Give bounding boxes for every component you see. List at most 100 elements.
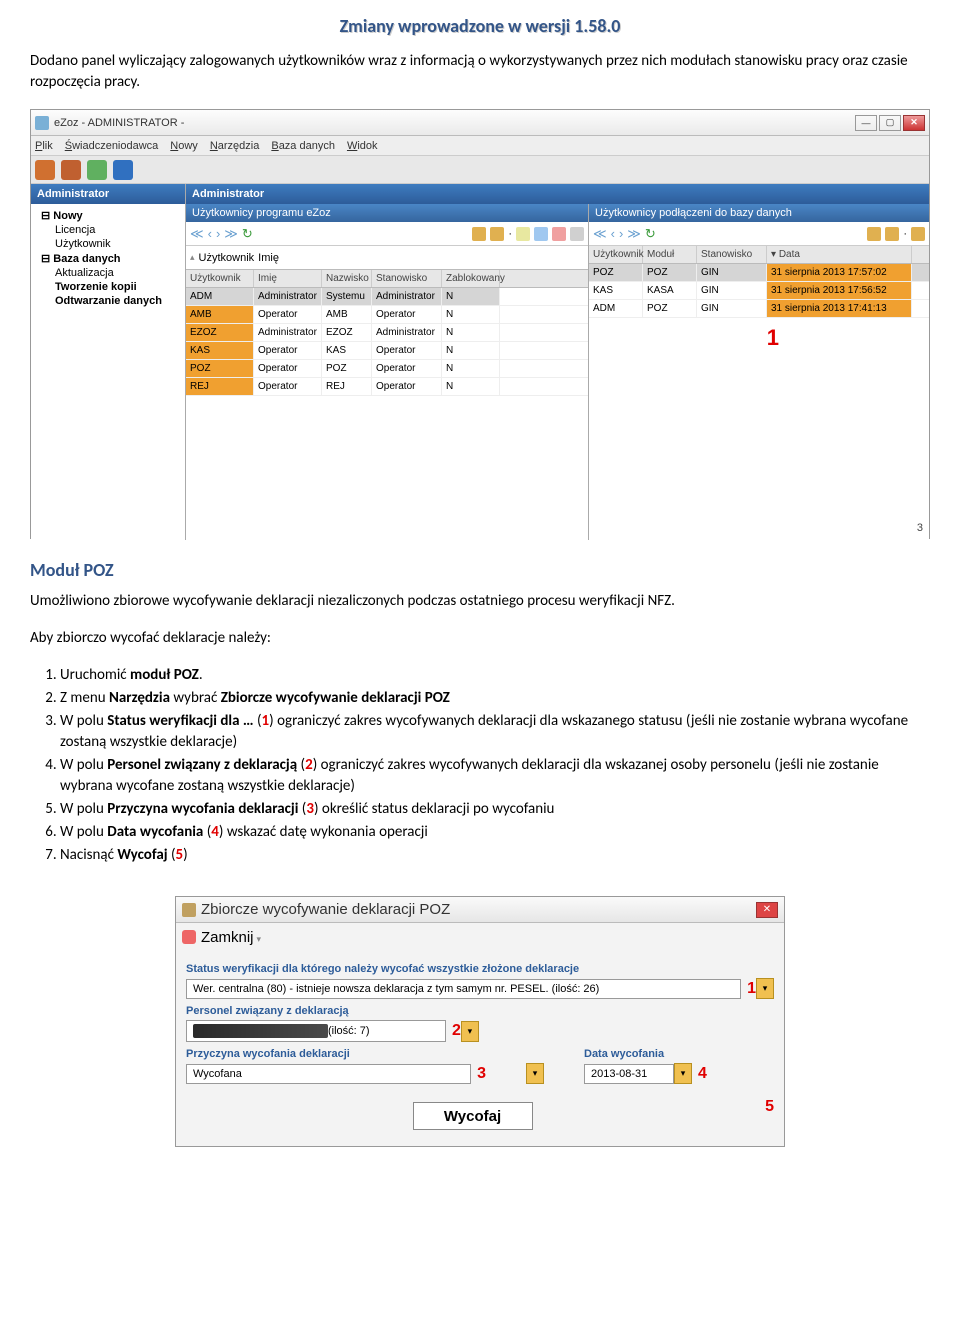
grid-icon[interactable]	[472, 227, 486, 241]
col-header[interactable]: Moduł	[643, 246, 697, 263]
status-input[interactable]: Wer. centralna (80) - istnieje nowsza de…	[186, 979, 741, 999]
paragraph-poz-2: Aby zbiorczo wycofać deklaracje należy:	[30, 628, 930, 649]
screenshot-wycofywanie-dialog: Zbiorcze wycofywanie deklaracji POZ ✕ Za…	[175, 896, 785, 1147]
tree-node[interactable]: Nowy	[41, 208, 179, 223]
dropdown-icon[interactable]: ▾	[756, 978, 774, 999]
annotation-1: 1	[747, 980, 756, 998]
table-row[interactable]: ADMPOZGIN31 sierpnia 2013 17:41:13	[589, 300, 929, 318]
instruction-list: Uruchomić moduł POZ. Z menu Narzędzia wy…	[60, 665, 930, 866]
menu-item[interactable]: Plik	[35, 140, 53, 152]
annotation-1: 1	[767, 325, 779, 351]
table-row[interactable]: REJOperatorREJOperatorN	[186, 378, 588, 396]
grid-icon[interactable]	[911, 227, 925, 241]
col-header[interactable]: Imię	[254, 270, 322, 287]
print-icon[interactable]	[570, 227, 584, 241]
wycofaj-button[interactable]: Wycofaj	[413, 1102, 533, 1130]
zamknij-button[interactable]: Zamknij	[201, 929, 261, 946]
list-item: W polu Data wycofania (4) wskazać datę w…	[60, 822, 930, 843]
connected-panel-header: Użytkownicy podłączeni do bazy danych	[589, 204, 929, 222]
screenshot-admin-panel: eZoz - ADMINISTRATOR - — ▢ ✕ Plik Świadc…	[30, 109, 930, 539]
refresh-icon[interactable]: ↻	[645, 226, 656, 242]
add-icon[interactable]	[516, 227, 530, 241]
dialog-icon	[182, 903, 196, 917]
menu-item[interactable]: Narzędzia	[210, 140, 260, 152]
window-title: eZoz - ADMINISTRATOR -	[54, 117, 853, 129]
last-icon[interactable]: ≫	[224, 226, 238, 242]
col-header[interactable]: Stanowisko	[697, 246, 767, 263]
table-row[interactable]: KASKASAGIN31 sierpnia 2013 17:56:52	[589, 282, 929, 300]
data-input[interactable]: 2013-08-31	[584, 1064, 674, 1084]
list-item: W polu Status weryfikacji dla … (1) ogra…	[60, 711, 930, 753]
next-icon[interactable]: ›	[216, 226, 220, 241]
prev-icon[interactable]: ‹	[208, 226, 212, 241]
dialog-title: Zbiorcze wycofywanie deklaracji POZ	[201, 901, 756, 918]
menu-item[interactable]: Widok	[347, 140, 378, 152]
col-header[interactable]: Stanowisko	[372, 270, 442, 287]
tree-header: Administrator	[31, 184, 185, 204]
main-header: Administrator	[186, 184, 929, 204]
menu-item[interactable]: Świadczeniodawca	[65, 140, 159, 152]
label-personel: Personel związany z deklaracją	[186, 1005, 774, 1017]
col-header[interactable]: Nazwisko	[322, 270, 372, 287]
dropdown-icon[interactable]: ▾	[461, 1021, 479, 1042]
close-button[interactable]: ✕	[756, 902, 778, 918]
grid-icon[interactable]	[867, 227, 881, 241]
sort-label: Użytkownik	[199, 252, 255, 264]
table-row[interactable]: ADM Administrator Systemu Administrator …	[186, 288, 588, 306]
tree-node[interactable]: Użytkownik	[41, 237, 179, 251]
col-header[interactable]: Zablokowany	[442, 270, 500, 287]
tree-node[interactable]: Aktualizacja	[41, 266, 179, 280]
last-icon[interactable]: ≫	[627, 226, 641, 242]
minimize-button[interactable]: —	[855, 115, 877, 131]
database-icon[interactable]	[113, 160, 133, 180]
user-icon[interactable]	[35, 160, 55, 180]
przyczyna-input[interactable]: Wycofana	[186, 1064, 471, 1084]
prev-icon[interactable]: ‹	[611, 226, 615, 241]
menu-item[interactable]: Nowy	[170, 140, 198, 152]
grid-icon[interactable]	[885, 227, 899, 241]
zamknij-icon	[182, 930, 196, 944]
menu-item[interactable]: Baza danych	[271, 140, 335, 152]
list-item: Uruchomić moduł POZ.	[60, 665, 930, 686]
annotation-4: 4	[698, 1065, 707, 1083]
table-row[interactable]: POZOperatorPOZOperatorN	[186, 360, 588, 378]
table-row[interactable]: AMBOperatorAMBOperatorN	[186, 306, 588, 324]
annotation-3: 3	[477, 1065, 486, 1083]
maximize-button[interactable]: ▢	[879, 115, 901, 131]
dropdown-icon[interactable]: ▾	[674, 1063, 692, 1084]
record-count: 3	[917, 522, 923, 534]
first-icon[interactable]: ≪	[190, 226, 204, 242]
tree-node[interactable]: Licencja	[41, 223, 179, 237]
col-header[interactable]: Użytkownik	[186, 270, 254, 287]
refresh-icon[interactable]	[87, 160, 107, 180]
edit-icon[interactable]	[534, 227, 548, 241]
intro-paragraph: Dodano panel wyliczający zalogowanych uż…	[30, 51, 930, 93]
label-przyczyna: Przyczyna wycofania deklaracji	[186, 1048, 544, 1060]
tree-node[interactable]: Odtwarzanie danych	[41, 294, 179, 308]
lock-icon[interactable]	[552, 227, 566, 241]
col-header[interactable]: Użytkownik	[589, 246, 643, 263]
first-icon[interactable]: ≪	[593, 226, 607, 242]
app-icon	[35, 116, 49, 130]
navigation-tree: Administrator Nowy Licencja Użytkownik B…	[31, 184, 186, 540]
personel-input[interactable]: (ilość: 7)	[186, 1020, 446, 1042]
users-icon[interactable]	[61, 160, 81, 180]
refresh-icon[interactable]: ↻	[242, 226, 253, 242]
label-status: Status weryfikacji dla którego należy wy…	[186, 963, 774, 975]
close-button[interactable]: ✕	[903, 115, 925, 131]
table-row[interactable]: KASOperatorKASOperatorN	[186, 342, 588, 360]
table-row[interactable]: EZOZAdministratorEZOZAdministratorN	[186, 324, 588, 342]
tree-node[interactable]: Tworzenie kopii	[41, 280, 179, 294]
next-icon[interactable]: ›	[619, 226, 623, 241]
tree-node[interactable]: Baza danych	[41, 251, 179, 266]
annotation-2: 2	[452, 1022, 461, 1040]
col-header[interactable]: ▾ Data	[767, 246, 912, 263]
dropdown-icon[interactable]: ▾	[526, 1063, 544, 1084]
annotation-5: 5	[765, 1098, 774, 1116]
paragraph-poz-1: Umożliwiono zbiorowe wycofywanie deklara…	[30, 591, 930, 612]
label-data: Data wycofania	[584, 1048, 774, 1060]
col-label: Imię	[258, 252, 279, 264]
table-row[interactable]: POZPOZGIN31 sierpnia 2013 17:57:02	[589, 264, 929, 282]
grid-icon[interactable]	[490, 227, 504, 241]
toolbar	[31, 156, 929, 184]
